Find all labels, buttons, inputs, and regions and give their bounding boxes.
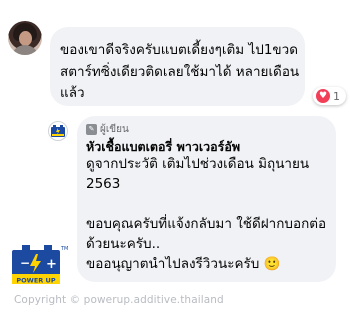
copyright-watermark: Copyright © powerup.additive.thailand: [14, 294, 224, 306]
powerup-logo: − + POWER UP TM: [8, 241, 68, 291]
logo-text: POWER UP: [16, 277, 55, 285]
author-badge-label: ผู้เขียน: [100, 124, 129, 135]
commenter-avatar[interactable]: [8, 21, 42, 55]
reply-paragraph: ขอบคุณครับที่แจ้งกลับมา ใช้ดีฝากบอกต่อด้…: [86, 216, 327, 252]
reaction-count-badge[interactable]: ♥ 1: [313, 87, 346, 105]
author-badge: ✎ ผู้เขียน: [86, 122, 129, 137]
comment-text: ของเขาดีจริงครับแบตเดี้ยงๆเติม ไป1ขวดสตา…: [60, 42, 300, 101]
comment-bubble: ของเขาดีจริงครับแบตเดี้ยงๆเติม ไป1ขวดสตา…: [50, 27, 305, 106]
reply-paragraph: ขออนุญาตนำไปลงรีวิวนะครับ 🙂: [86, 256, 281, 272]
trademark: TM: [60, 246, 68, 252]
reply-text: ดูจากประวัติ เติมไปช่วงเดือน มิถุนายน 25…: [86, 154, 332, 274]
author-badge-icon: ✎: [86, 124, 97, 135]
page-avatar[interactable]: [48, 121, 68, 141]
minus-sign: −: [20, 256, 30, 270]
plus-sign: +: [46, 257, 57, 272]
reply-bubble: ✎ ผู้เขียน หัวเชื้อแบตเตอรี่ พาวเวอร์อัพ…: [77, 116, 336, 282]
reaction-count: 1: [333, 89, 340, 103]
reply-paragraph: ดูจากประวัติ เติมไปช่วงเดือน มิถุนายน 25…: [86, 156, 310, 192]
battery-logo-icon: [51, 125, 65, 137]
heart-icon: ♥: [316, 89, 330, 103]
